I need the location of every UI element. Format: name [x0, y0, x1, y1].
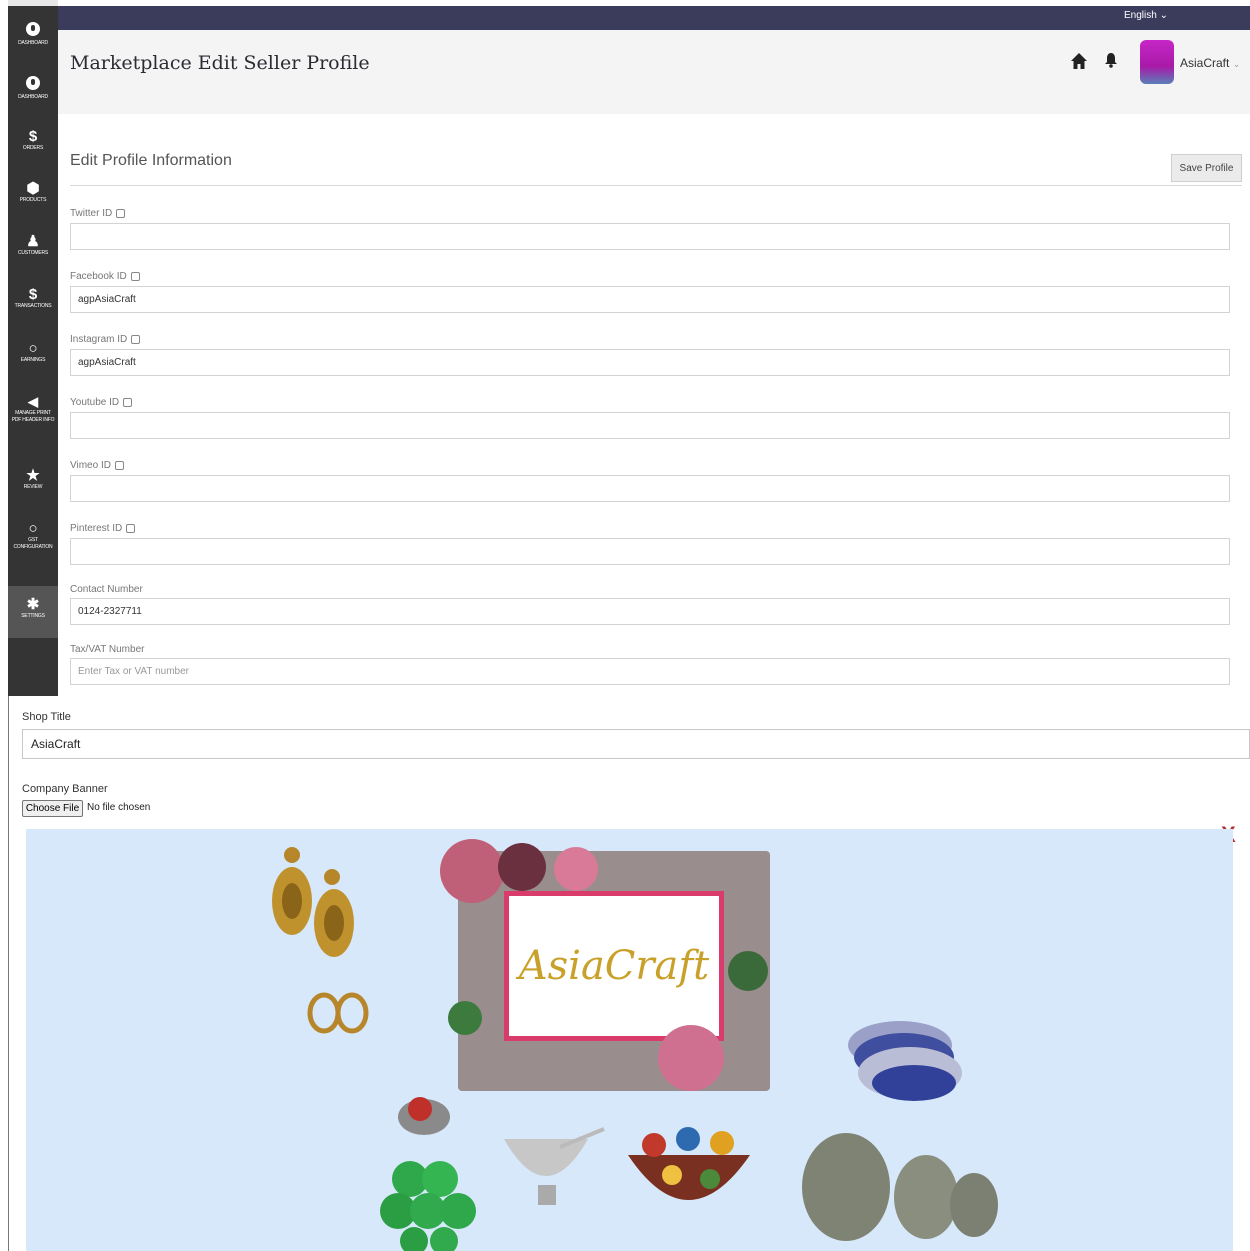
- youtube-checkbox[interactable]: [123, 398, 133, 407]
- page-header: Marketplace Edit Seller Profile AsiaCraf…: [58, 30, 1250, 114]
- company-banner-label: Company Banner: [22, 783, 108, 795]
- dollar-icon: $: [28, 128, 38, 145]
- sidebar-item-customers[interactable]: ♟ CUSTOMERS: [8, 233, 58, 257]
- youtube-label: Youtube ID: [70, 397, 133, 408]
- sidebar-item-products[interactable]: ⬢ PRODUCTS: [8, 180, 58, 204]
- twitter-label: Twitter ID: [70, 208, 126, 219]
- home-icon[interactable]: [1070, 52, 1088, 70]
- sidebar: DASHBOARD DASHBOARD $ ORDERS ⬢ PRODUCTS …: [8, 0, 58, 696]
- save-profile-button[interactable]: Save Profile: [1171, 154, 1242, 182]
- boxes-image: [802, 1133, 998, 1241]
- top-bar: English ⌄: [58, 6, 1250, 30]
- shop-title-input[interactable]: AsiaCraft: [22, 729, 1250, 759]
- coasters-image: [848, 1021, 962, 1101]
- flower-decoration: [658, 1025, 724, 1091]
- sidebar-item-transactions[interactable]: $ TRANSACTIONS: [8, 286, 58, 310]
- user-menu[interactable]: AsiaCraft ⌄: [1180, 56, 1240, 70]
- divider: [70, 185, 1242, 186]
- banner-logo-text: AsiaCraft: [518, 943, 710, 989]
- flower-decoration: [728, 951, 768, 991]
- napkin-rings-image: [380, 1161, 476, 1251]
- youtube-input[interactable]: [70, 412, 1230, 439]
- tax-vat-label: Tax/VAT Number: [70, 644, 145, 655]
- language-selector[interactable]: English ⌄: [1124, 10, 1168, 21]
- section-title: Edit Profile Information: [70, 152, 232, 169]
- earrings-image: [272, 847, 369, 1034]
- file-status: No file chosen: [87, 802, 151, 813]
- vimeo-input[interactable]: [70, 475, 1230, 502]
- dashboard-icon: [8, 22, 58, 40]
- vimeo-label: Vimeo ID: [70, 460, 124, 471]
- flower-decoration: [440, 839, 504, 903]
- dollar-icon: $: [28, 286, 38, 303]
- cube-icon: ⬢: [26, 180, 40, 197]
- flower-decoration: [554, 847, 598, 891]
- twitter-input[interactable]: [70, 223, 1230, 250]
- sidebar-item-review[interactable]: ★ REVIEW: [8, 467, 58, 491]
- sidebar-top-strip: [8, 0, 58, 6]
- person-icon: ♟: [26, 233, 40, 250]
- tax-vat-input[interactable]: Enter Tax or VAT number: [70, 658, 1230, 685]
- shop-title-label: Shop Title: [22, 711, 71, 723]
- sidebar-item-dashboard-top[interactable]: DASHBOARD: [8, 22, 58, 47]
- star-icon: ★: [26, 467, 40, 484]
- contact-number-label: Contact Number: [70, 584, 143, 595]
- gear-icon: ✱: [26, 596, 40, 613]
- circle-icon: ○: [28, 520, 38, 537]
- pinterest-label: Pinterest ID: [70, 523, 136, 534]
- pinterest-checkbox[interactable]: [126, 524, 136, 533]
- dashboard-icon: [8, 76, 58, 94]
- left-border: [8, 696, 9, 1251]
- sidebar-item-settings[interactable]: ✱ SETTINGS: [8, 586, 58, 638]
- sidebar-item-gst-configuration[interactable]: ○ GST CONFIGURATION: [8, 520, 58, 551]
- sidebar-item-dashboard[interactable]: DASHBOARD: [8, 76, 58, 101]
- facebook-checkbox[interactable]: [130, 272, 140, 281]
- flower-decoration: [448, 1001, 482, 1035]
- circle-icon: ○: [28, 340, 38, 357]
- bird-ornament-image: [398, 1097, 450, 1135]
- facebook-input[interactable]: agpAsiaCraft: [70, 286, 1230, 313]
- twitter-checkbox[interactable]: [116, 209, 126, 218]
- page-title: Marketplace Edit Seller Profile: [70, 52, 370, 74]
- sidebar-item-orders[interactable]: $ ORDERS: [8, 128, 58, 152]
- avatar[interactable]: [1140, 40, 1174, 84]
- sidebar-item-earnings[interactable]: ○ EARNINGS: [8, 340, 58, 364]
- facebook-label: Facebook ID: [70, 271, 140, 282]
- photo-frame-image: AsiaCraft: [440, 839, 770, 1091]
- company-banner-image: AsiaCraft: [26, 829, 1233, 1251]
- bowl-image: [504, 1127, 605, 1205]
- bell-icon[interactable]: [1104, 52, 1118, 68]
- contact-number-input[interactable]: 0124-2327711: [70, 598, 1230, 625]
- pinterest-input[interactable]: [70, 538, 1230, 565]
- megaphone-icon: ◀: [28, 394, 38, 409]
- instagram-input[interactable]: agpAsiaCraft: [70, 349, 1230, 376]
- flower-decoration: [498, 843, 546, 891]
- instagram-label: Instagram ID: [70, 334, 141, 345]
- vimeo-checkbox[interactable]: [114, 461, 124, 470]
- basket-image: [628, 1127, 750, 1200]
- instagram-checkbox[interactable]: [131, 335, 141, 344]
- choose-file-button[interactable]: Choose File: [22, 800, 83, 817]
- sidebar-item-manage-print-pdf[interactable]: ◀ MANAGE PRINT PDF HEADER INFO: [8, 393, 58, 424]
